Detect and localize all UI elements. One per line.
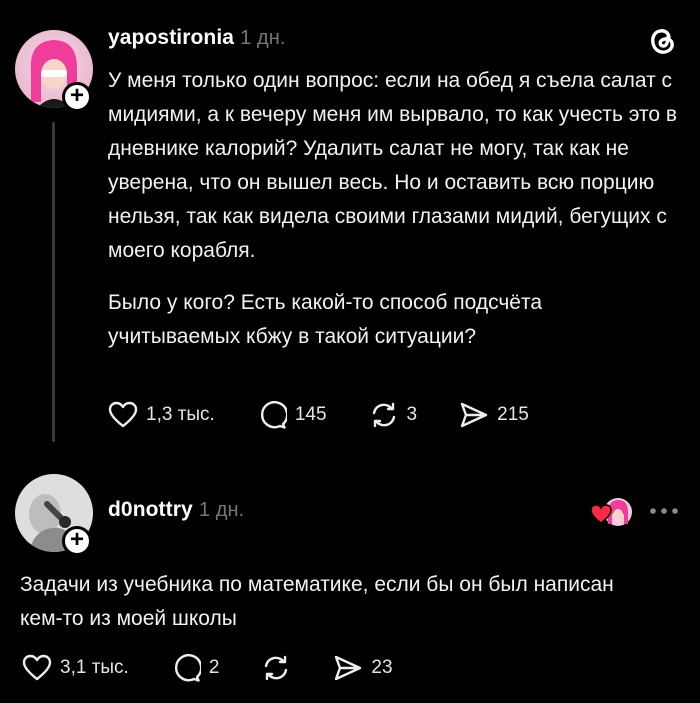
post-username[interactable]: yapostironia 1 дн.: [108, 26, 286, 50]
reply-repost-button[interactable]: [261, 653, 299, 683]
reply-text: Задачи из учебника по математике, если б…: [20, 573, 614, 630]
reply-follow-plus-button[interactable]: +: [62, 526, 92, 556]
reply-comment-count: 2: [208, 657, 220, 678]
reply-actions: 3,1 тыс. 2 23: [22, 653, 393, 683]
post-body: У меня только один вопрос: если на обед …: [108, 64, 678, 354]
like-button[interactable]: 1,3 тыс.: [108, 401, 215, 429]
more-dots-icon[interactable]: [648, 504, 680, 516]
reply-username[interactable]: d0nottry 1 дн.: [108, 498, 244, 522]
post-time: 1 дн.: [240, 27, 286, 49]
follow-plus-button[interactable]: +: [62, 82, 92, 112]
reply-like-button[interactable]: 3,1 тыс.: [22, 654, 129, 682]
comment-count: 145: [294, 404, 327, 425]
reply-share-button[interactable]: 23: [333, 654, 393, 682]
repost-count: 3: [406, 404, 418, 425]
repost-icon: [372, 402, 395, 428]
like-count: 1,3 тыс.: [146, 404, 215, 425]
threads-logo-icon[interactable]: [646, 24, 680, 58]
post-paragraph-1: У меня только один вопрос: если на обед …: [108, 69, 678, 262]
reply-comment-button[interactable]: 2: [171, 653, 220, 683]
main-post: + yapostironia 1 дн. У меня только один в…: [0, 0, 700, 450]
share-count: 215: [497, 404, 529, 425]
heart-icon: [108, 401, 138, 428]
send-icon: [335, 655, 362, 681]
username-text[interactable]: yapostironia: [108, 26, 234, 49]
reply-time: 1 дн.: [198, 499, 245, 521]
reply-body: Задачи из учебника по математике, если б…: [20, 568, 660, 636]
reply-like-count: 3,1 тыс.: [60, 657, 129, 678]
reply-post: + d0nottry 1 дн. Задачи из учебника по ма…: [0, 460, 700, 703]
comment-bubble-icon: [260, 401, 287, 429]
author-liked-indicator: [590, 496, 634, 530]
post-paragraph-2: Было у кого? Есть какой-то способ подсчё…: [108, 291, 543, 348]
heart-icon: [22, 654, 52, 681]
send-icon: [460, 402, 488, 428]
share-button[interactable]: 215: [459, 401, 529, 429]
post-actions: 1,3 тыс. 145 3 215: [108, 400, 529, 430]
repost-icon: [265, 655, 288, 681]
reply-share-count: 23: [371, 657, 393, 678]
comment-bubble-icon: [174, 654, 201, 682]
reply-username-text[interactable]: d0nottry: [108, 498, 193, 521]
repost-button[interactable]: 3: [369, 400, 418, 430]
comment-button[interactable]: 145: [257, 400, 327, 430]
thread-line: [52, 122, 55, 442]
